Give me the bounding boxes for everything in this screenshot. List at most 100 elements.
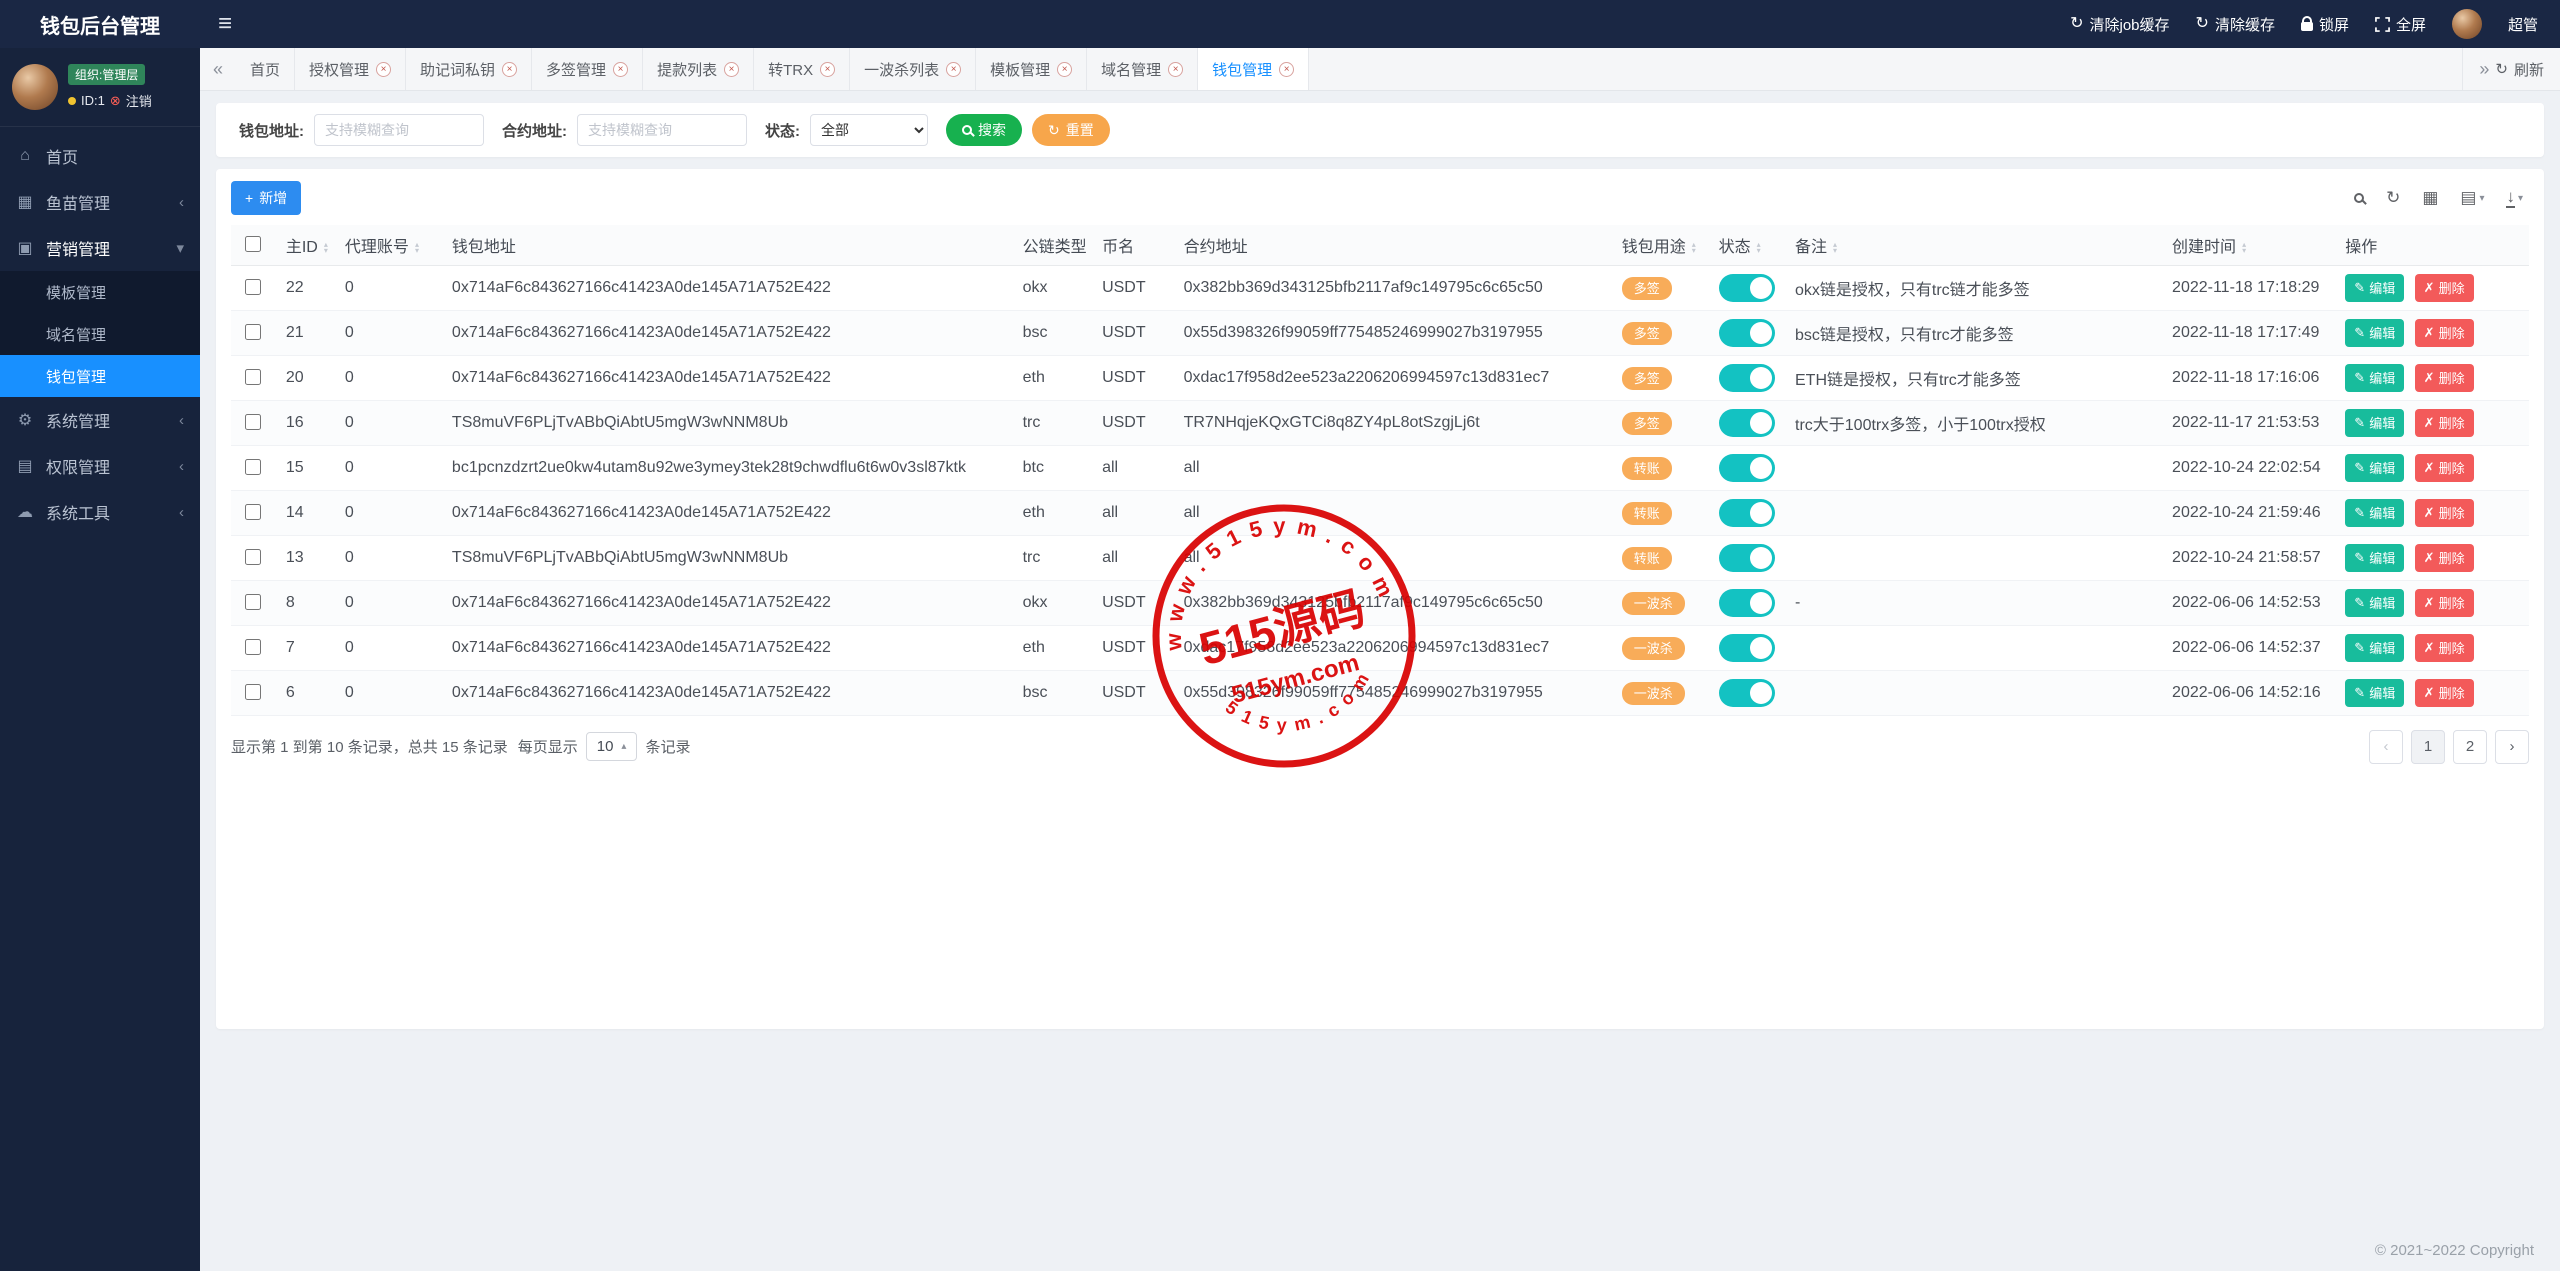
tab-multisig[interactable]: 多签管理 × xyxy=(532,48,643,90)
sidebar-item-domain-management[interactable]: 域名管理 xyxy=(0,313,200,355)
sidebar-avatar[interactable] xyxy=(12,64,58,110)
sort-icon[interactable]: ▴▾ xyxy=(1692,242,1696,254)
sort-icon[interactable]: ▴▾ xyxy=(415,242,419,254)
row-checkbox[interactable] xyxy=(245,504,261,520)
prev-page-button[interactable]: ‹ xyxy=(2369,730,2403,764)
row-checkbox[interactable] xyxy=(245,684,261,700)
tabs-scroll-left-icon[interactable]: « xyxy=(200,48,236,90)
sidebar-item-system-management[interactable]: ⚙ 系统管理 ‹ xyxy=(0,397,200,443)
column-header-address[interactable]: 钱包地址 xyxy=(442,225,1013,265)
sidebar-item-wallet-management[interactable]: 钱包管理 xyxy=(0,355,200,397)
sort-icon[interactable]: ▴▾ xyxy=(2242,242,2246,254)
column-header-chain[interactable]: 公链类型 xyxy=(1013,225,1092,265)
close-tab-icon[interactable]: × xyxy=(1057,62,1072,77)
edit-button[interactable]: ✎编辑 xyxy=(2345,634,2404,662)
status-toggle[interactable] xyxy=(1719,634,1775,662)
row-checkbox[interactable] xyxy=(245,459,261,475)
delete-button[interactable]: ✗删除 xyxy=(2415,589,2474,617)
delete-button[interactable]: ✗删除 xyxy=(2415,544,2474,572)
tab-home[interactable]: 首页 xyxy=(236,48,295,90)
sidebar-item-permission-management[interactable]: ▤ 权限管理 ‹ xyxy=(0,443,200,489)
close-tab-icon[interactable]: × xyxy=(946,62,961,77)
sidebar-item-marketing-management[interactable]: ▣ 营销管理 ▾ xyxy=(0,225,200,271)
sidebar-item-system-tools[interactable]: ☁ 系统工具 ‹ xyxy=(0,489,200,535)
tab-wallet-management[interactable]: 钱包管理 × xyxy=(1198,48,1309,90)
edit-button[interactable]: ✎编辑 xyxy=(2345,409,2404,437)
close-tab-icon[interactable]: × xyxy=(1279,62,1294,77)
status-toggle[interactable] xyxy=(1719,454,1775,482)
toolbar-table-view-icon[interactable]: ▦ xyxy=(2422,188,2438,208)
page-2-button[interactable]: 2 xyxy=(2453,730,2487,764)
tab-wave-kill-list[interactable]: 一波杀列表 × xyxy=(850,48,976,90)
tabs-scroll-right-icon[interactable]: » xyxy=(2479,59,2489,80)
search-button[interactable]: 搜索 xyxy=(946,114,1022,146)
lock-screen-button[interactable]: 锁屏 xyxy=(2301,14,2349,35)
fullscreen-button[interactable]: 全屏 xyxy=(2375,14,2426,35)
page-1-button[interactable]: 1 xyxy=(2411,730,2445,764)
status-toggle[interactable] xyxy=(1719,679,1775,707)
column-header-agent[interactable]: 代理账号▴▾ xyxy=(335,225,442,265)
delete-button[interactable]: ✗删除 xyxy=(2415,319,2474,347)
wallet-address-input[interactable] xyxy=(314,114,484,146)
edit-button[interactable]: ✎编辑 xyxy=(2345,544,2404,572)
row-checkbox[interactable] xyxy=(245,414,261,430)
row-checkbox[interactable] xyxy=(245,639,261,655)
logout-link[interactable]: 注销 xyxy=(126,91,152,110)
sort-icon[interactable]: ▴▾ xyxy=(1757,242,1761,254)
add-button[interactable]: + 新增 xyxy=(231,181,301,215)
tab-trx-transfer[interactable]: 转TRX × xyxy=(754,48,850,90)
sort-icon[interactable]: ▴▾ xyxy=(1833,242,1837,254)
column-header-id[interactable]: 主ID▴▾ xyxy=(276,225,335,265)
sidebar-item-template-management[interactable]: 模板管理 xyxy=(0,271,200,313)
status-toggle[interactable] xyxy=(1719,274,1775,302)
row-checkbox[interactable] xyxy=(245,594,261,610)
close-tab-icon[interactable]: × xyxy=(502,62,517,77)
tab-mnemonic-keys[interactable]: 助记词私钥 × xyxy=(406,48,532,90)
close-tab-icon[interactable]: × xyxy=(613,62,628,77)
sidebar-item-fry-management[interactable]: ▦ 鱼苗管理 ‹ xyxy=(0,179,200,225)
delete-button[interactable]: ✗删除 xyxy=(2415,499,2474,527)
status-toggle[interactable] xyxy=(1719,499,1775,527)
toolbar-columns-icon[interactable]: ▤▾ xyxy=(2460,188,2484,208)
close-tab-icon[interactable]: × xyxy=(724,62,739,77)
edit-button[interactable]: ✎编辑 xyxy=(2345,679,2404,707)
tab-domain-management[interactable]: 域名管理 × xyxy=(1087,48,1198,90)
toolbar-refresh-icon[interactable]: ↻ xyxy=(2386,188,2400,208)
row-checkbox[interactable] xyxy=(245,279,261,295)
delete-button[interactable]: ✗删除 xyxy=(2415,454,2474,482)
row-checkbox[interactable] xyxy=(245,324,261,340)
hamburger-menu-icon[interactable]: ≡ xyxy=(200,10,250,38)
close-tab-icon[interactable]: × xyxy=(376,62,391,77)
edit-button[interactable]: ✎编辑 xyxy=(2345,274,2404,302)
contract-address-input[interactable] xyxy=(577,114,747,146)
edit-button[interactable]: ✎编辑 xyxy=(2345,589,2404,617)
username[interactable]: 超管 xyxy=(2508,14,2538,35)
delete-button[interactable]: ✗删除 xyxy=(2415,634,2474,662)
delete-button[interactable]: ✗删除 xyxy=(2415,274,2474,302)
clear-cache-button[interactable]: ↻ 清除缓存 xyxy=(2196,14,2275,35)
edit-button[interactable]: ✎编辑 xyxy=(2345,499,2404,527)
toolbar-export-icon[interactable]: ↓▾ xyxy=(2506,188,2523,208)
delete-button[interactable]: ✗删除 xyxy=(2415,364,2474,392)
next-page-button[interactable]: › xyxy=(2495,730,2529,764)
refresh-tabs-button[interactable]: » ↻ 刷新 xyxy=(2462,48,2560,90)
select-all-checkbox[interactable] xyxy=(245,236,261,252)
column-header-status[interactable]: 状态▴▾ xyxy=(1709,225,1785,265)
status-toggle[interactable] xyxy=(1719,319,1775,347)
column-header-created[interactable]: 创建时间▴▾ xyxy=(2162,225,2335,265)
row-checkbox[interactable] xyxy=(245,549,261,565)
close-tab-icon[interactable]: × xyxy=(1168,62,1183,77)
clear-job-cache-button[interactable]: ↻ 清除job缓存 xyxy=(2070,14,2169,35)
status-toggle[interactable] xyxy=(1719,544,1775,572)
edit-button[interactable]: ✎编辑 xyxy=(2345,364,2404,392)
column-header-coin[interactable]: 币名 xyxy=(1092,225,1174,265)
edit-button[interactable]: ✎编辑 xyxy=(2345,319,2404,347)
delete-button[interactable]: ✗删除 xyxy=(2415,409,2474,437)
status-select[interactable]: 全部 xyxy=(810,114,928,146)
tab-template-management[interactable]: 模板管理 × xyxy=(976,48,1087,90)
delete-button[interactable]: ✗删除 xyxy=(2415,679,2474,707)
tab-withdrawal-list[interactable]: 提款列表 × xyxy=(643,48,754,90)
sort-icon[interactable]: ▴▾ xyxy=(324,242,328,254)
column-header-usage[interactable]: 钱包用途▴▾ xyxy=(1612,225,1709,265)
edit-button[interactable]: ✎编辑 xyxy=(2345,454,2404,482)
